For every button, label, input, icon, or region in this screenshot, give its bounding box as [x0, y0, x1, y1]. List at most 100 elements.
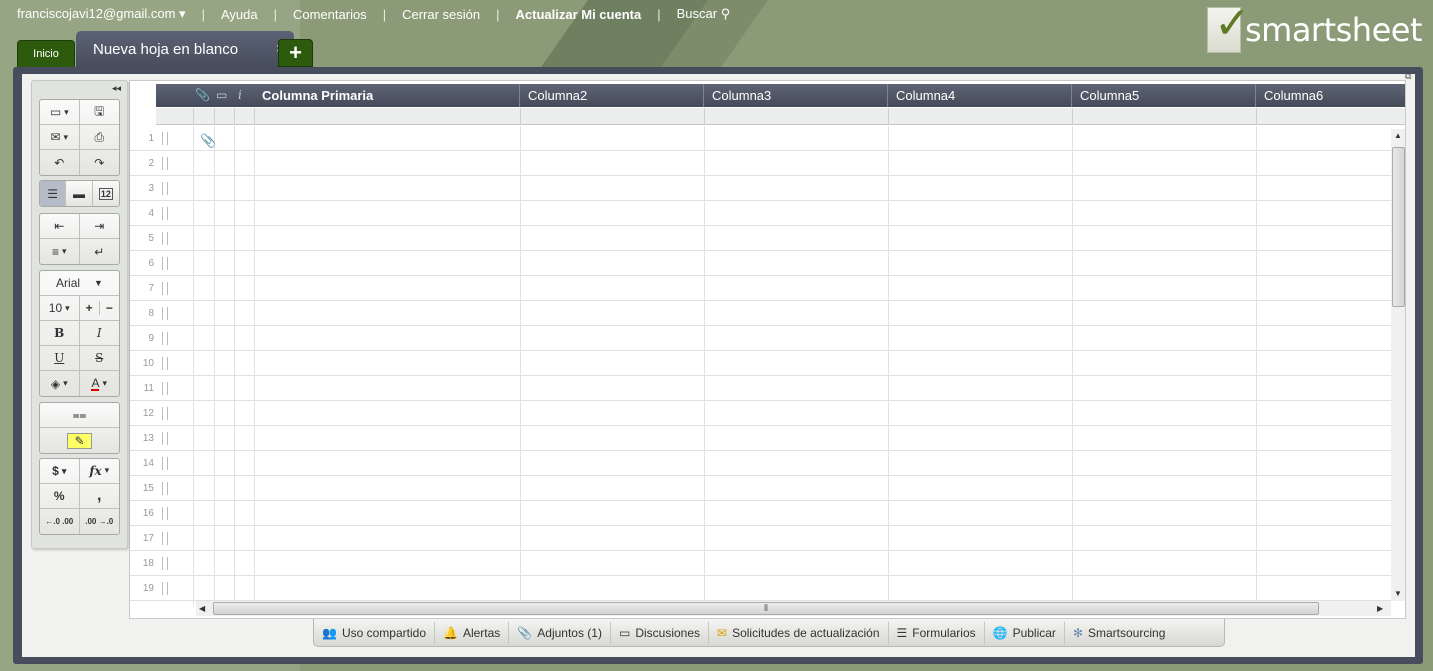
align-icon[interactable]: ≡ [40, 239, 80, 264]
font-size-select[interactable]: 10 [40, 296, 80, 321]
indent-icon[interactable]: ⇥ [79, 214, 119, 239]
increase-font-button[interactable]: + [80, 301, 100, 315]
table-row[interactable]: 16 [130, 501, 1392, 526]
tab-current-sheet[interactable]: Nueva hoja en blanco × [76, 31, 294, 68]
vertical-scrollbar[interactable]: ▲ ▼ [1391, 129, 1405, 601]
row-drag-handle[interactable] [162, 507, 168, 520]
row-drag-handle[interactable] [162, 332, 168, 345]
horizontal-scrollbar[interactable]: ◀ ⦀ ▶ [196, 601, 1391, 616]
table-row[interactable]: 10 [130, 351, 1392, 376]
undo-icon[interactable]: ↶ [40, 150, 80, 175]
calendar-view-icon[interactable]: 12 [93, 181, 119, 206]
row-drag-handle[interactable] [162, 457, 168, 470]
row-drag-handle[interactable] [162, 407, 168, 420]
scroll-up-icon[interactable]: ▲ [1394, 131, 1402, 140]
currency-button[interactable]: $ [40, 459, 80, 484]
highlight-changes-icon[interactable]: ✎ [40, 428, 119, 453]
table-row[interactable]: 3 [130, 176, 1392, 201]
sharing-button[interactable]: 👥 Uso compartido [314, 621, 435, 644]
collapse-toolbar-icon[interactable]: ◂◂ [112, 83, 121, 94]
row-drag-handle[interactable] [162, 132, 168, 145]
row-drag-handle[interactable] [162, 357, 168, 370]
column-header-2[interactable]: Columna2 [520, 84, 704, 107]
table-row[interactable]: 6 [130, 251, 1392, 276]
save-icon[interactable]: 🖫 [79, 100, 119, 125]
attachment-icon[interactable]: 📎 [200, 133, 216, 149]
table-row[interactable]: 9 [130, 326, 1392, 351]
table-row[interactable]: 14 [130, 451, 1392, 476]
decrease-decimal-button[interactable]: ←.0 .00 [40, 509, 80, 534]
maximize-icon[interactable]: ⧉ [1405, 71, 1411, 82]
attachments-button[interactable]: 📎 Adjuntos (1) [509, 621, 611, 644]
scroll-down-icon[interactable]: ▼ [1394, 589, 1402, 598]
search-link[interactable]: Buscar ⚲ [677, 6, 731, 22]
redo-icon[interactable]: ↷ [80, 150, 120, 175]
table-row[interactable]: 7 [130, 276, 1392, 301]
column-header-primary[interactable]: Columna Primaria [254, 84, 520, 107]
font-family-select[interactable]: Arial ▼ [40, 271, 119, 296]
comma-button[interactable]: , [79, 484, 119, 509]
bold-button[interactable]: B [40, 321, 80, 346]
increase-decimal-button[interactable]: .00 →.0 [80, 509, 120, 534]
row-drag-handle[interactable] [162, 582, 168, 595]
row-drag-handle[interactable] [162, 307, 168, 320]
scroll-right-icon[interactable]: ▶ [1377, 604, 1383, 613]
upgrade-account-link[interactable]: Actualizar Mi cuenta [516, 7, 642, 22]
tab-home[interactable]: Inicio [17, 40, 75, 67]
feedback-link[interactable]: Comentarios [293, 7, 367, 22]
row-drag-handle[interactable] [162, 207, 168, 220]
fill-color-icon[interactable]: ◈ [40, 371, 80, 396]
table-row[interactable]: 17 [130, 526, 1392, 551]
row-drag-handle[interactable] [162, 482, 168, 495]
row-drag-handle[interactable] [162, 257, 168, 270]
scroll-left-icon[interactable]: ◀ [199, 604, 205, 613]
strikethrough-button[interactable]: S [79, 346, 119, 371]
add-tab-button[interactable]: + [278, 39, 313, 67]
row-drag-handle[interactable] [162, 532, 168, 545]
vertical-scroll-thumb[interactable] [1392, 147, 1405, 307]
user-menu[interactable]: franciscojavi12@gmail.com ▾ [17, 6, 186, 22]
grid-view-icon[interactable]: ☰ [40, 181, 67, 206]
discussions-button[interactable]: ▭ Discusiones [611, 621, 710, 644]
column-header-3[interactable]: Columna3 [704, 84, 888, 107]
row-drag-handle[interactable] [162, 432, 168, 445]
wrap-text-icon[interactable]: ↵ [80, 239, 120, 264]
row-drag-handle[interactable] [162, 382, 168, 395]
update-requests-button[interactable]: ✉ Solicitudes de actualización [709, 621, 889, 644]
table-row[interactable]: 18 [130, 551, 1392, 576]
outdent-icon[interactable]: ⇤ [40, 214, 80, 239]
print-icon[interactable]: ⎙ [79, 125, 119, 150]
table-row[interactable]: 19 [130, 576, 1392, 601]
help-link[interactable]: Ayuda [221, 7, 258, 22]
column-header-4[interactable]: Columna4 [888, 84, 1072, 107]
logout-link[interactable]: Cerrar sesión [402, 7, 480, 22]
column-header-5[interactable]: Columna5 [1072, 84, 1256, 107]
horizontal-scroll-thumb[interactable]: ⦀ [213, 602, 1319, 615]
table-row[interactable]: 12 [130, 401, 1392, 426]
row-drag-handle[interactable] [162, 557, 168, 570]
row-drag-handle[interactable] [162, 182, 168, 195]
alerts-button[interactable]: 🔔 Alertas [435, 621, 510, 644]
forms-button[interactable]: ☰ Formularios [889, 621, 985, 644]
italic-button[interactable]: I [79, 321, 119, 346]
email-icon[interactable]: ✉ [40, 125, 80, 150]
table-row[interactable]: 4 [130, 201, 1392, 226]
percent-button[interactable]: % [40, 484, 80, 509]
row-drag-handle[interactable] [162, 232, 168, 245]
table-row[interactable]: 8 [130, 301, 1392, 326]
new-sheet-icon[interactable]: ▭ [40, 100, 80, 125]
table-row[interactable]: 11 [130, 376, 1392, 401]
gantt-view-icon[interactable]: ▬ [66, 181, 93, 206]
table-row[interactable]: 15 [130, 476, 1392, 501]
table-row[interactable]: 13 [130, 426, 1392, 451]
column-header-6[interactable]: Columna6 [1256, 84, 1405, 107]
conditional-format-icon[interactable]: ⩵ [40, 403, 119, 428]
row-drag-handle[interactable] [162, 157, 168, 170]
formula-button[interactable]: fx [79, 459, 119, 484]
table-row[interactable]: 1 📎 [130, 126, 1392, 151]
smartsourcing-button[interactable]: ✻ Smartsourcing [1065, 622, 1173, 644]
row-drag-handle[interactable] [162, 282, 168, 295]
decrease-font-button[interactable]: − [100, 301, 119, 315]
text-color-icon[interactable]: A [80, 371, 120, 396]
table-row[interactable]: 2 [130, 151, 1392, 176]
